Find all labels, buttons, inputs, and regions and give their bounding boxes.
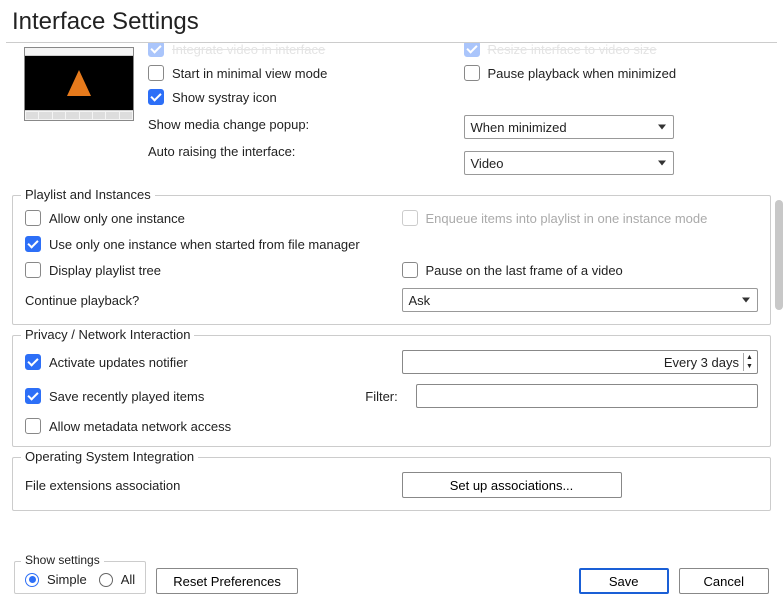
- scrollbar-thumb[interactable]: [775, 200, 783, 310]
- spinner-down-icon[interactable]: ▼: [743, 362, 755, 371]
- integrate-video-checkbox[interactable]: [148, 43, 164, 57]
- content-area: Integrate video in interface Start in mi…: [0, 43, 783, 523]
- skin-preview-thumbnail[interactable]: [24, 47, 134, 121]
- start-minimal-label: Start in minimal view mode: [172, 66, 327, 81]
- file-extensions-label: File extensions association: [25, 478, 382, 493]
- footer-bar: Show settings Simple All Reset Preferenc…: [0, 555, 783, 606]
- playlist-legend: Playlist and Instances: [21, 187, 155, 202]
- privacy-fieldset: Privacy / Network Interaction Activate u…: [12, 335, 771, 447]
- enqueue-label: Enqueue items into playlist in one insta…: [426, 211, 708, 226]
- resize-interface-checkbox[interactable]: [464, 43, 480, 57]
- page-title: Interface Settings: [0, 0, 783, 42]
- display-playlist-tree-checkbox[interactable]: [25, 262, 41, 278]
- activate-updates-label: Activate updates notifier: [49, 355, 188, 370]
- cancel-button[interactable]: Cancel: [679, 568, 769, 594]
- pause-minimized-label: Pause playback when minimized: [488, 66, 677, 81]
- show-settings-group: Show settings Simple All: [14, 561, 146, 594]
- save-recent-checkbox[interactable]: [25, 388, 41, 404]
- continue-playback-select-wrap: Ask: [402, 288, 759, 312]
- start-minimal-checkbox[interactable]: [148, 65, 164, 81]
- all-radio-label: All: [121, 572, 135, 587]
- pause-last-frame-label: Pause on the last frame of a video: [426, 263, 623, 278]
- auto-raise-label: Auto raising the interface:: [148, 144, 295, 159]
- look-feel-section: Integrate video in interface Start in mi…: [12, 43, 771, 189]
- media-change-select-wrap: When minimized: [464, 115, 674, 139]
- filter-input[interactable]: [416, 384, 758, 408]
- resize-interface-label: Resize interface to video size: [488, 43, 657, 57]
- pause-last-frame-checkbox[interactable]: [402, 262, 418, 278]
- simple-radio[interactable]: [25, 573, 39, 587]
- allow-one-instance-label: Allow only one instance: [49, 211, 185, 226]
- auto-raise-select-wrap: Video: [464, 151, 674, 175]
- continue-playback-label: Continue playback?: [25, 293, 382, 308]
- display-playlist-tree-label: Display playlist tree: [49, 263, 161, 278]
- integrate-video-label: Integrate video in interface: [172, 43, 325, 57]
- show-settings-legend: Show settings: [21, 553, 104, 567]
- allow-metadata-label: Allow metadata network access: [49, 419, 231, 434]
- filter-label: Filter:: [365, 389, 398, 404]
- update-interval-value: Every 3 days: [409, 355, 744, 370]
- allow-one-instance-checkbox[interactable]: [25, 210, 41, 226]
- continue-playback-select[interactable]: Ask: [402, 288, 759, 312]
- spinner-up-icon[interactable]: ▲: [743, 353, 755, 362]
- update-interval-spinner[interactable]: Every 3 days ▲ ▼: [402, 350, 759, 374]
- integrate-video-checkbox-row: Integrate video in interface: [148, 43, 444, 57]
- auto-raise-select[interactable]: Video: [464, 151, 674, 175]
- show-systray-label: Show systray icon: [172, 90, 277, 105]
- reset-preferences-button[interactable]: Reset Preferences: [156, 568, 298, 594]
- save-button[interactable]: Save: [579, 568, 669, 594]
- activate-updates-checkbox[interactable]: [25, 354, 41, 370]
- vlc-cone-icon: [67, 70, 91, 96]
- enqueue-checkbox: [402, 210, 418, 226]
- os-legend: Operating System Integration: [21, 449, 198, 464]
- media-change-select[interactable]: When minimized: [464, 115, 674, 139]
- os-integration-fieldset: Operating System Integration File extens…: [12, 457, 771, 511]
- simple-radio-label: Simple: [47, 572, 87, 587]
- setup-associations-button[interactable]: Set up associations...: [402, 472, 622, 498]
- show-systray-checkbox[interactable]: [148, 89, 164, 105]
- all-radio[interactable]: [99, 573, 113, 587]
- use-one-filemanager-label: Use only one instance when started from …: [49, 237, 360, 252]
- playlist-fieldset: Playlist and Instances Allow only one in…: [12, 195, 771, 325]
- privacy-legend: Privacy / Network Interaction: [21, 327, 194, 342]
- pause-minimized-checkbox[interactable]: [464, 65, 480, 81]
- save-recent-label: Save recently played items: [49, 389, 204, 404]
- allow-metadata-checkbox[interactable]: [25, 418, 41, 434]
- resize-interface-row: Resize interface to video size: [464, 43, 760, 57]
- media-change-label: Show media change popup:: [148, 117, 309, 132]
- use-one-filemanager-checkbox[interactable]: [25, 236, 41, 252]
